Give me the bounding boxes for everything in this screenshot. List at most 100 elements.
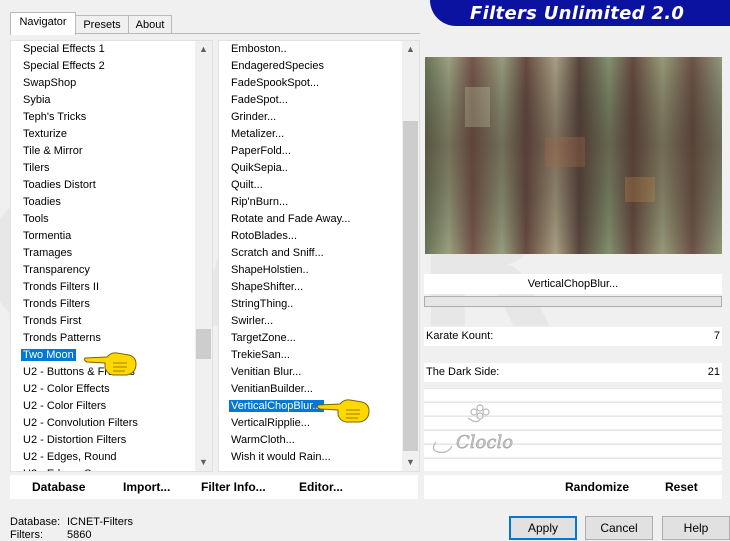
param-label: The Dark Side:: [426, 366, 500, 378]
scroll-up-arrow-icon[interactable]: ▲: [402, 41, 419, 58]
category-item[interactable]: Tronds First: [21, 313, 83, 330]
cancel-button[interactable]: Cancel: [585, 516, 653, 540]
category-item[interactable]: U2 - Edges, Round: [21, 449, 119, 466]
filter-item-label: Metalizer...: [231, 128, 285, 140]
category-item-label: Teph's Tricks: [23, 111, 87, 123]
category-item-label: U2 - Convolution Filters: [23, 417, 138, 429]
left-toolbar: Database Import... Filter Info... Editor…: [10, 475, 418, 499]
category-item[interactable]: Tronds Patterns: [21, 330, 103, 347]
filter-item[interactable]: TargetZone...: [229, 330, 298, 347]
filter-item-label: FadeSpookSpot...: [231, 77, 320, 89]
tab-presets[interactable]: Presets: [75, 15, 129, 34]
editor-button[interactable]: Editor...: [299, 475, 343, 499]
category-item[interactable]: Special Effects 2: [21, 58, 107, 75]
filter-item-label: RotoBlades...: [231, 230, 298, 242]
filter-item[interactable]: RotoBlades...: [229, 228, 299, 245]
filter-item[interactable]: QuikSepia..: [229, 160, 290, 177]
status-value: 5860: [67, 529, 92, 541]
filter-item[interactable]: Rotate and Fade Away...: [229, 211, 352, 228]
category-item-label: Tile & Mirror: [23, 145, 83, 157]
filter-item[interactable]: ShapeHolstien..: [229, 262, 311, 279]
category-scroll-thumb[interactable]: [196, 328, 211, 359]
filter-item[interactable]: EndageredSpecies: [229, 58, 326, 75]
category-item[interactable]: Two Moon: [21, 347, 76, 364]
category-item[interactable]: U2 - Color Effects: [21, 381, 112, 398]
filter-item[interactable]: Emboston..: [229, 41, 289, 58]
filter-item[interactable]: VenitianBuilder...: [229, 381, 315, 398]
filter-item-label: VerticalRipplie...: [231, 417, 310, 429]
filter-item[interactable]: Metalizer...: [229, 126, 286, 143]
category-item[interactable]: U2 - Distortion Filters: [21, 432, 128, 449]
category-item-label: U2 - Distortion Filters: [23, 434, 127, 446]
import-button[interactable]: Import...: [123, 475, 170, 499]
category-item[interactable]: Toadies: [21, 194, 63, 211]
filter-item[interactable]: StringThing..: [229, 296, 295, 313]
category-item[interactable]: Tile & Mirror: [21, 143, 84, 160]
category-item-label: Tilers: [23, 162, 50, 174]
tab-navigator[interactable]: Navigator: [10, 12, 76, 35]
scroll-down-arrow-icon[interactable]: ▼: [195, 454, 212, 471]
category-item-label: Tronds Filters II: [23, 281, 99, 293]
filter-item[interactable]: ShapeShifter...: [229, 279, 305, 296]
param-karate-kount[interactable]: Karate Kount: 7: [424, 327, 722, 346]
filter-item[interactable]: FadeSpookSpot...: [229, 75, 321, 92]
filter-item-label: TargetZone...: [231, 332, 296, 344]
filter-item[interactable]: Venitian Blur...: [229, 364, 303, 381]
filter-item[interactable]: Scratch and Sniff...: [229, 245, 326, 262]
category-item[interactable]: Tormentia: [21, 228, 73, 245]
category-item[interactable]: U2 - Convolution Filters: [21, 415, 140, 432]
filter-scrollbar[interactable]: ▲ ▼: [402, 41, 419, 471]
category-item[interactable]: Transparency: [21, 262, 92, 279]
category-item[interactable]: Tramages: [21, 245, 74, 262]
category-item[interactable]: Teph's Tricks: [21, 109, 88, 126]
filter-item[interactable]: VerticalChopBlur...: [229, 398, 324, 415]
filter-item-label: Scratch and Sniff...: [231, 247, 324, 259]
filter-item[interactable]: PaperFold...: [229, 143, 293, 160]
filter-item-label: Rip'nBurn...: [231, 196, 289, 208]
category-item[interactable]: Special Effects 1: [21, 41, 107, 58]
reset-button[interactable]: Reset: [665, 475, 698, 499]
scroll-down-arrow-icon[interactable]: ▼: [402, 454, 419, 471]
filter-item[interactable]: FadeSpot...: [229, 92, 290, 109]
category-item[interactable]: Toadies Distort: [21, 177, 98, 194]
category-item-label: Tronds Patterns: [23, 332, 101, 344]
category-item-label: U2 - Color Effects: [23, 383, 110, 395]
filter-info-button[interactable]: Filter Info...: [201, 475, 266, 499]
category-item[interactable]: SwapShop: [21, 75, 78, 92]
filter-item[interactable]: WarmCloth...: [229, 432, 297, 449]
category-item-label: Tramages: [23, 247, 73, 259]
database-button[interactable]: Database: [32, 475, 85, 499]
scroll-up-arrow-icon[interactable]: ▲: [195, 41, 212, 58]
filter-item[interactable]: Quilt...: [229, 177, 265, 194]
category-item[interactable]: U2 - Edges, Square: [21, 466, 122, 471]
apply-button[interactable]: Apply: [509, 516, 577, 540]
filter-item[interactable]: Swirler...: [229, 313, 275, 330]
category-item[interactable]: Tools: [21, 211, 51, 228]
category-item-label: Sybia: [23, 94, 51, 106]
tab-about[interactable]: About: [128, 15, 172, 34]
param-the-dark-side[interactable]: The Dark Side: 21: [424, 363, 722, 382]
category-list[interactable]: Special Effects 1 Special Effects 2 SwapSh…: [10, 40, 213, 472]
category-item[interactable]: Tilers: [21, 160, 51, 177]
filter-item-label: Rotate and Fade Away...: [231, 213, 351, 225]
filter-item[interactable]: TrekieSan...: [229, 347, 292, 364]
category-item[interactable]: Sybia: [21, 92, 53, 109]
filter-item-label: EndageredSpecies: [231, 60, 324, 72]
category-scrollbar[interactable]: ▲ ▼: [195, 41, 212, 471]
category-item[interactable]: U2 - Color Filters: [21, 398, 108, 415]
category-item[interactable]: Tronds Filters: [21, 296, 92, 313]
filter-item[interactable]: Rip'nBurn...: [229, 194, 290, 211]
category-item-label: U2 - Edges, Square: [21, 468, 122, 471]
filter-item[interactable]: Grinder...: [229, 109, 278, 126]
status-value: ICNET-Filters: [67, 516, 133, 528]
param-label: Karate Kount:: [426, 330, 494, 342]
pointing-hand-icon: [83, 352, 137, 376]
filter-item-label: VenitianBuilder...: [231, 383, 313, 395]
category-item[interactable]: Tronds Filters II: [21, 279, 101, 296]
category-item[interactable]: Texturize: [21, 126, 69, 143]
filter-item[interactable]: Wish it would Rain...: [229, 449, 333, 466]
filter-scroll-thumb[interactable]: [403, 120, 418, 451]
filter-item[interactable]: VerticalRipplie...: [229, 415, 312, 432]
randomize-button[interactable]: Randomize: [565, 475, 629, 499]
help-button[interactable]: Help: [662, 516, 730, 540]
